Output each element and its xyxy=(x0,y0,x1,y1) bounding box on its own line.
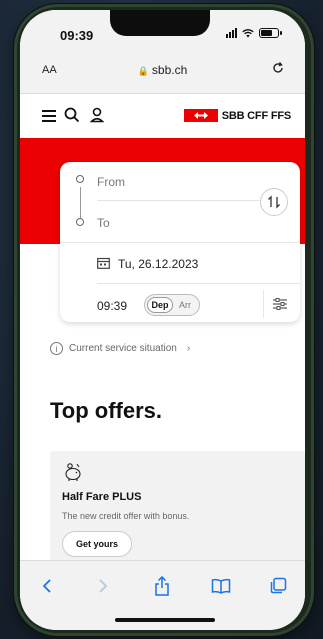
to-field[interactable]: To xyxy=(97,216,110,230)
share-button[interactable] xyxy=(151,575,173,597)
piggy-bank-icon xyxy=(65,463,81,481)
offer-card[interactable]: Half Fare PLUS The new credit offer with… xyxy=(50,451,305,569)
route-line xyxy=(79,187,81,221)
get-yours-button[interactable]: Get yours xyxy=(62,531,132,557)
timetable-card: From To Tu, 26.12.2023 09:39 Dep Arr xyxy=(60,162,300,322)
forward-button[interactable] xyxy=(92,575,114,597)
divider xyxy=(97,283,300,284)
back-icon xyxy=(42,579,51,593)
swap-button[interactable] xyxy=(260,188,288,216)
search-icon[interactable] xyxy=(64,107,80,123)
url-text: sbb.ch xyxy=(151,63,188,77)
offer-title: Half Fare PLUS xyxy=(62,491,142,503)
filter-icon[interactable] xyxy=(272,297,288,311)
browser-toolbar xyxy=(20,560,305,630)
signal-icon xyxy=(226,28,237,38)
bookmarks-button[interactable] xyxy=(210,575,232,597)
site-header: SBB CFF FFS xyxy=(20,94,305,138)
bookmarks-icon xyxy=(211,578,231,594)
from-field[interactable]: From xyxy=(97,175,125,189)
service-label: Current service situation xyxy=(69,343,177,354)
url-bar[interactable]: AA 🔒 sbb.ch xyxy=(20,48,305,94)
tabs-icon xyxy=(270,577,287,594)
battery-icon xyxy=(259,28,282,38)
service-situation-link[interactable]: i Current service situation › xyxy=(50,342,190,355)
sbb-flag-icon xyxy=(183,109,218,122)
status-icons xyxy=(226,28,282,38)
lock-icon: 🔒 xyxy=(137,66,149,76)
logo-text: SBB CFF FFS xyxy=(221,109,291,122)
screen: 09:39 AA 🔒 sbb.ch SBB CFF FFS From To Tu… xyxy=(20,10,305,630)
wifi-icon xyxy=(242,28,254,37)
calendar-icon xyxy=(97,257,110,269)
dep-option[interactable]: Dep xyxy=(147,297,173,313)
notch xyxy=(110,10,210,36)
forward-icon xyxy=(99,579,108,593)
tabs-button[interactable] xyxy=(267,575,289,597)
offer-subtitle: The new credit offer with bonus. xyxy=(62,511,190,521)
back-button[interactable] xyxy=(36,575,58,597)
time-field[interactable]: 09:39 xyxy=(97,299,127,313)
swap-icon xyxy=(268,195,280,209)
destination-dot-icon xyxy=(76,218,84,226)
arr-option[interactable]: Arr xyxy=(173,300,197,310)
divider xyxy=(60,242,300,243)
divider xyxy=(263,290,264,318)
date-field[interactable]: Tu, 26.12.2023 xyxy=(118,257,198,271)
divider xyxy=(97,200,271,201)
reload-icon[interactable] xyxy=(271,61,285,75)
home-indicator xyxy=(115,618,215,622)
origin-dot-icon xyxy=(76,175,84,183)
status-time: 09:39 xyxy=(60,28,94,43)
dep-arr-toggle[interactable]: Dep Arr xyxy=(144,294,200,316)
user-icon[interactable] xyxy=(90,107,104,123)
info-icon: i xyxy=(50,342,63,355)
share-icon xyxy=(155,576,169,596)
chevron-right-icon: › xyxy=(186,343,191,354)
url-field[interactable]: 🔒 sbb.ch xyxy=(20,63,305,77)
sbb-logo[interactable]: SBB CFF FFS xyxy=(183,109,291,122)
menu-icon[interactable] xyxy=(42,110,56,122)
section-title: Top offers. xyxy=(50,398,163,423)
